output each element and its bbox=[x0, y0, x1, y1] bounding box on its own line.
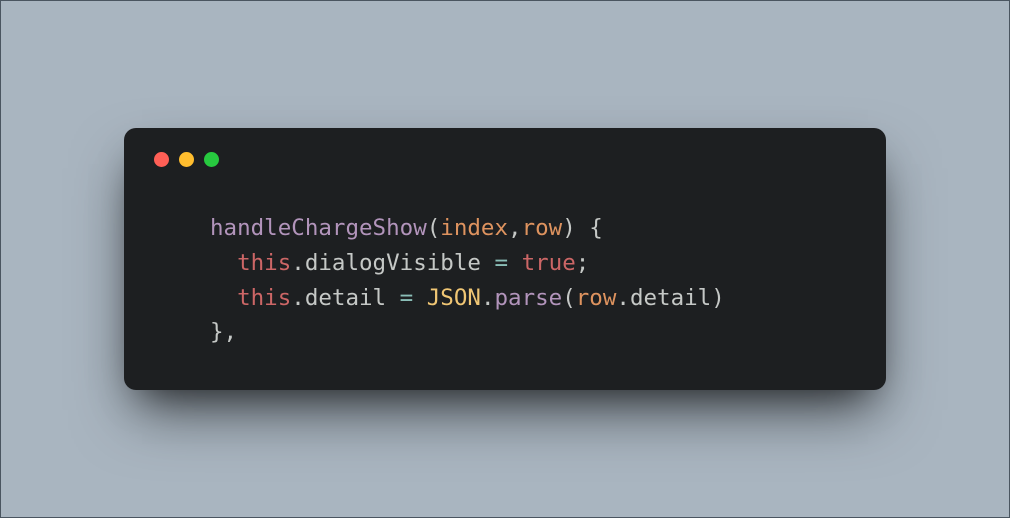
json-object: JSON bbox=[427, 285, 481, 311]
dot: . bbox=[291, 250, 305, 276]
code-line-4: }, bbox=[210, 319, 237, 345]
code-window: handleChargeShow(index,row) { this.dialo… bbox=[124, 128, 886, 391]
space bbox=[413, 285, 427, 311]
dot: . bbox=[481, 285, 495, 311]
detail-prop: detail bbox=[630, 285, 711, 311]
dot: . bbox=[291, 285, 305, 311]
parse-method: parse bbox=[494, 285, 562, 311]
indent bbox=[210, 285, 237, 311]
code-line-1: handleChargeShow(index,row) { bbox=[210, 215, 603, 241]
close-paren-brace: ) { bbox=[562, 215, 603, 241]
zoom-icon[interactable] bbox=[204, 152, 219, 167]
close-brace-comma: }, bbox=[210, 319, 237, 345]
prop-detail: detail bbox=[305, 285, 386, 311]
comma: , bbox=[508, 215, 522, 241]
prop-dialogVisible: dialogVisible bbox=[305, 250, 481, 276]
true-literal: true bbox=[522, 250, 576, 276]
space bbox=[508, 250, 522, 276]
dot: . bbox=[616, 285, 630, 311]
traffic-lights bbox=[154, 152, 858, 167]
space bbox=[386, 285, 400, 311]
close-icon[interactable] bbox=[154, 152, 169, 167]
space bbox=[481, 250, 495, 276]
close-paren: ) bbox=[711, 285, 725, 311]
open-paren: ( bbox=[427, 215, 441, 241]
param-index: index bbox=[440, 215, 508, 241]
equals-op: = bbox=[494, 250, 508, 276]
function-name: handleChargeShow bbox=[210, 215, 427, 241]
semicolon: ; bbox=[576, 250, 590, 276]
minimize-icon[interactable] bbox=[179, 152, 194, 167]
open-paren: ( bbox=[562, 285, 576, 311]
param-row: row bbox=[522, 215, 563, 241]
code-line-3: this.detail = JSON.parse(row.detail) bbox=[210, 285, 725, 311]
equals-op: = bbox=[400, 285, 414, 311]
row-identifier: row bbox=[576, 285, 617, 311]
this-keyword: this bbox=[237, 285, 291, 311]
code-block: handleChargeShow(index,row) { this.dialo… bbox=[152, 211, 858, 361]
indent bbox=[210, 250, 237, 276]
this-keyword: this bbox=[237, 250, 291, 276]
code-line-2: this.dialogVisible = true; bbox=[210, 250, 589, 276]
